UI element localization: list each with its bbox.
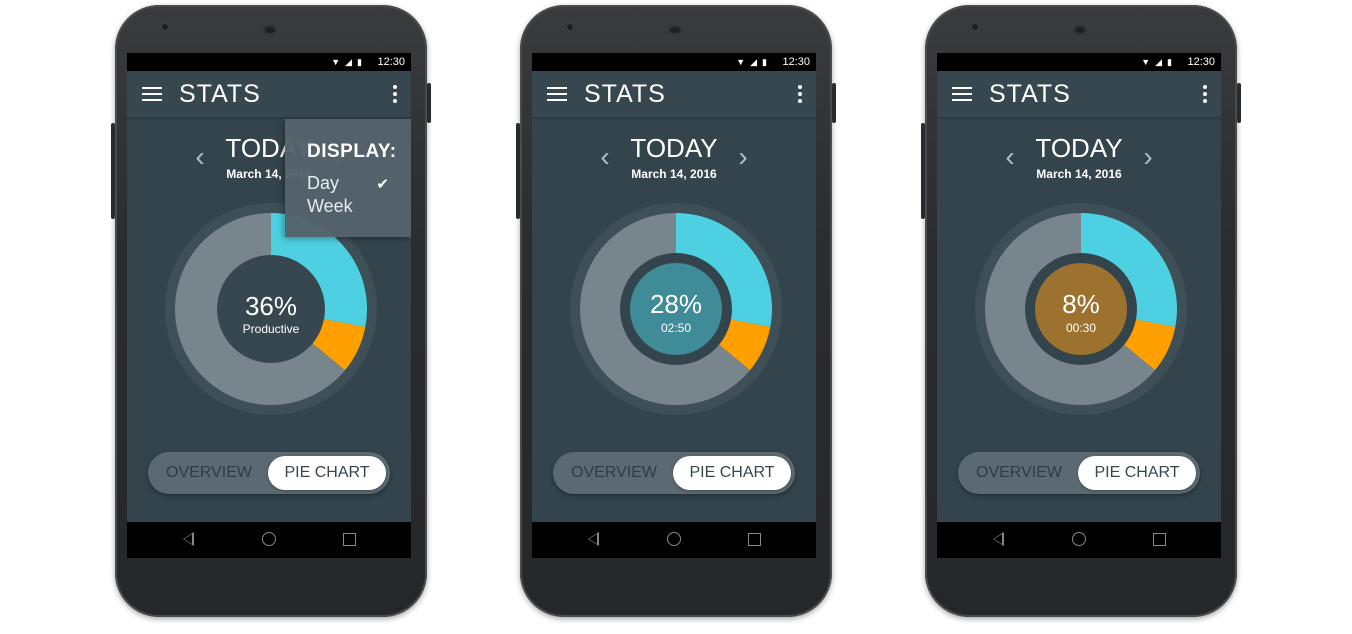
front-camera (566, 23, 574, 31)
system-nav-bar (937, 522, 1221, 558)
system-nav-bar (127, 522, 411, 558)
overview-tab[interactable]: OVERVIEW (148, 452, 270, 494)
page-title: STATS (584, 80, 666, 108)
center-subtitle: 00:30 (1066, 321, 1096, 335)
earpiece-speaker (263, 25, 277, 35)
pie-chart-tab[interactable]: PIE CHART (1078, 456, 1196, 490)
pie-chart-tab[interactable]: PIE CHART (673, 456, 791, 490)
page-title: STATS (179, 80, 261, 108)
app-bar: STATS (127, 71, 411, 119)
dropdown-item-day[interactable]: Day (307, 173, 339, 194)
phone-1: ▼◢▮ 12:30 STATS ‹ TODAY March 14, 2016 ›… (111, 5, 431, 617)
status-icons: ▼◢▮ (331, 57, 367, 67)
status-time: 12:30 (1187, 56, 1215, 68)
front-camera (161, 23, 169, 31)
dropdown-item-week[interactable]: Week (307, 196, 353, 217)
phone-3: ▼◢▮ 12:30 STATS ‹ TODAY March 14, 2016 ›… (921, 5, 1241, 617)
more-vert-icon[interactable] (798, 85, 802, 105)
center-value: 36% (245, 291, 297, 321)
chevron-right-icon[interactable]: › (1137, 143, 1159, 173)
app-bar: STATS (937, 71, 1221, 119)
more-vert-icon[interactable] (1203, 85, 1207, 105)
hamburger-icon[interactable] (952, 87, 972, 101)
date-navigator: ‹ TODAY March 14, 2016 › (937, 133, 1221, 183)
volume-button (111, 123, 115, 219)
dropdown-title: DISPLAY: (307, 141, 397, 162)
display-dropdown: DISPLAY: Day ✔ Week (285, 119, 411, 237)
status-icons: ▼◢▮ (736, 57, 772, 67)
day-date: March 14, 2016 (1036, 167, 1122, 181)
day-date: March 14, 2016 (631, 167, 717, 181)
screen: ▼◢▮ 12:30 STATS ‹ TODAY March 14, 2016 ›… (937, 53, 1221, 558)
screen: ▼◢▮ 12:30 STATS ‹ TODAY March 14, 2016 ›… (532, 53, 816, 558)
hamburger-icon[interactable] (547, 87, 567, 101)
volume-button (921, 123, 925, 219)
status-bar: ▼◢▮ 12:30 (937, 53, 1221, 71)
pie-chart[interactable]: 28% 02:50 (570, 203, 782, 415)
center-subtitle: Productive (243, 322, 300, 336)
status-icons: ▼◢▮ (1141, 57, 1177, 67)
back-icon[interactable] (183, 532, 194, 546)
system-nav-bar (532, 522, 816, 558)
screen: ▼◢▮ 12:30 STATS ‹ TODAY March 14, 2016 ›… (127, 53, 411, 558)
earpiece-speaker (1073, 25, 1087, 35)
home-icon[interactable] (262, 532, 276, 546)
status-time: 12:30 (782, 56, 810, 68)
content-area: ‹ TODAY March 14, 2016 › 8% 00:30 OVERVI… (937, 119, 1221, 522)
view-toggle: OVERVIEW PIE CHART (553, 452, 795, 494)
more-vert-icon[interactable] (393, 85, 397, 105)
page-title: STATS (989, 80, 1071, 108)
earpiece-speaker (668, 25, 682, 35)
view-toggle: OVERVIEW PIE CHART (958, 452, 1200, 494)
center-value: 8% (1062, 289, 1100, 319)
status-time: 12:30 (377, 56, 405, 68)
hamburger-icon[interactable] (142, 87, 162, 101)
power-button (1237, 83, 1241, 123)
content-area: ‹ TODAY March 14, 2016 › 36% Productive … (127, 119, 411, 522)
recents-icon[interactable] (343, 533, 356, 546)
date-navigator: ‹ TODAY March 14, 2016 › (532, 133, 816, 183)
volume-button (516, 123, 520, 219)
power-button (427, 83, 431, 123)
back-icon[interactable] (993, 532, 1004, 546)
overview-tab[interactable]: OVERVIEW (958, 452, 1080, 494)
phone-2: ▼◢▮ 12:30 STATS ‹ TODAY March 14, 2016 ›… (516, 5, 836, 617)
content-area: ‹ TODAY March 14, 2016 › 28% 02:50 OVERV… (532, 119, 816, 522)
center-value: 28% (650, 289, 702, 319)
checkmark-icon: ✔ (376, 176, 389, 193)
home-icon[interactable] (1072, 532, 1086, 546)
overview-tab[interactable]: OVERVIEW (553, 452, 675, 494)
power-button (832, 83, 836, 123)
back-icon[interactable] (588, 532, 599, 546)
app-bar: STATS (532, 71, 816, 119)
home-icon[interactable] (667, 532, 681, 546)
status-bar: ▼◢▮ 12:30 (532, 53, 816, 71)
day-title: TODAY (1035, 133, 1123, 163)
status-bar: ▼◢▮ 12:30 (127, 53, 411, 71)
pie-chart[interactable]: 8% 00:30 (975, 203, 1187, 415)
chevron-right-icon[interactable]: › (732, 143, 754, 173)
center-subtitle: 02:50 (661, 321, 691, 335)
day-title: TODAY (630, 133, 718, 163)
recents-icon[interactable] (1153, 533, 1166, 546)
front-camera (971, 23, 979, 31)
pie-chart-tab[interactable]: PIE CHART (268, 456, 386, 490)
recents-icon[interactable] (748, 533, 761, 546)
view-toggle: OVERVIEW PIE CHART (148, 452, 390, 494)
